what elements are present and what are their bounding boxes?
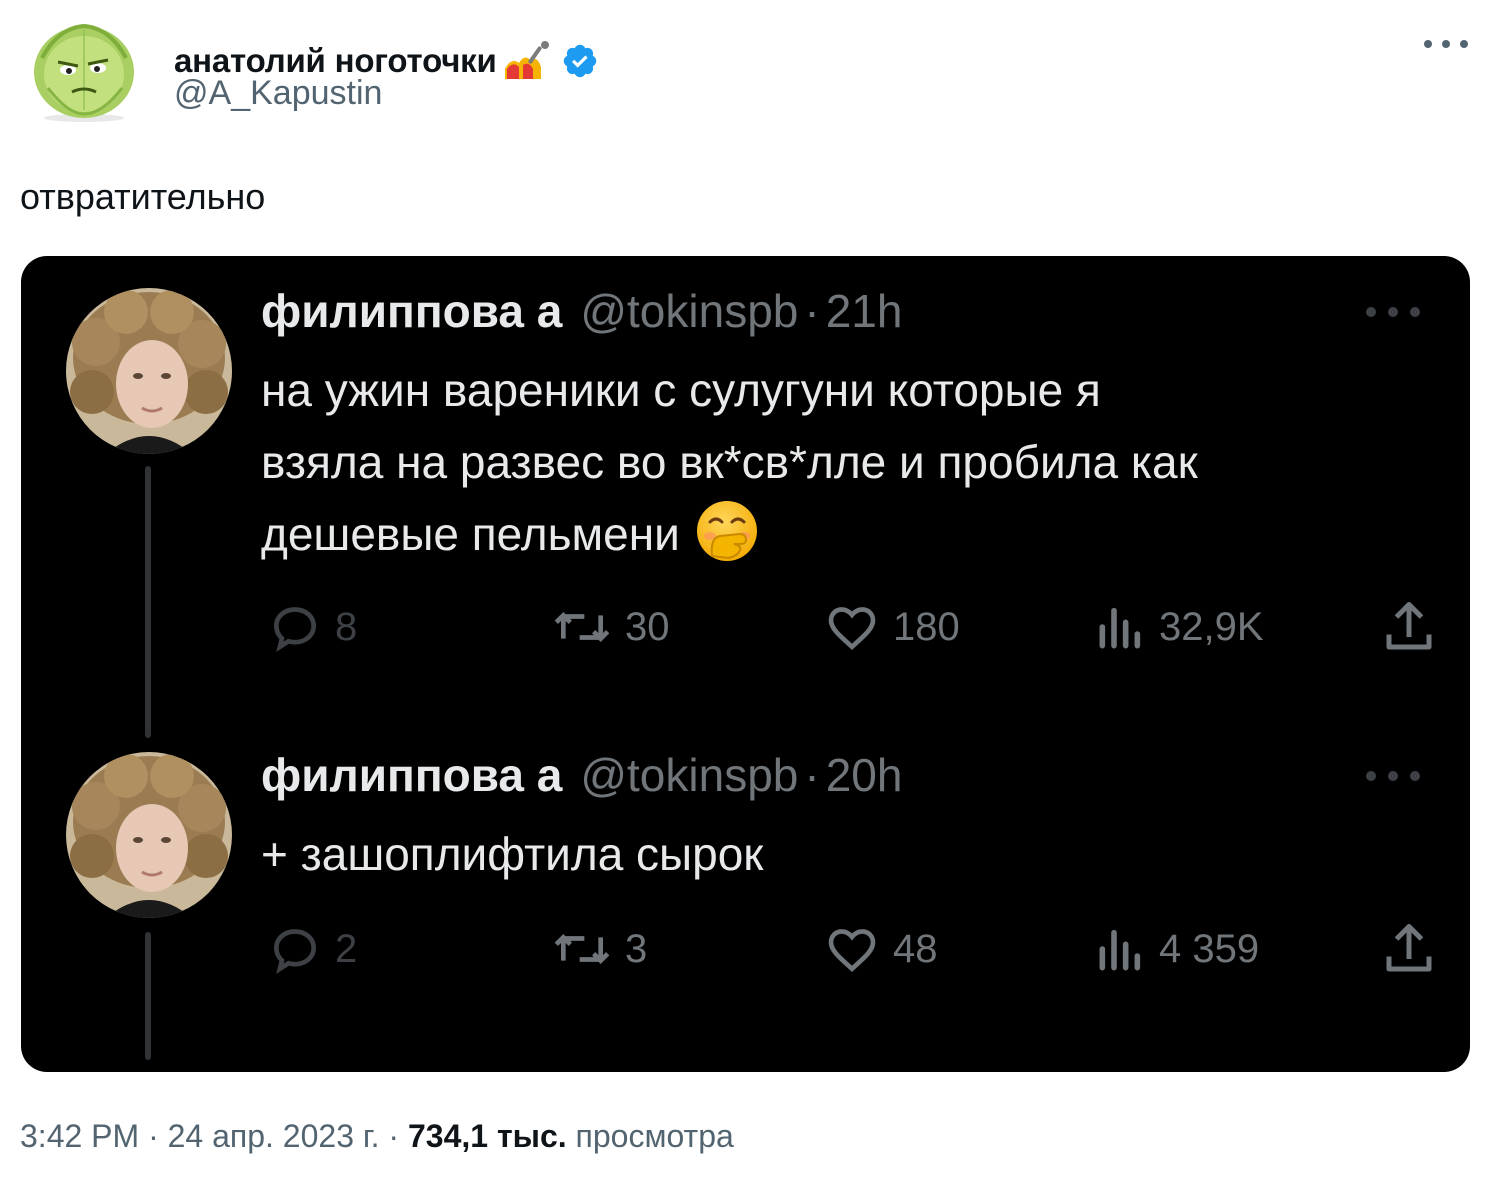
tweet-date[interactable]: 24 апр. 2023 г. xyxy=(168,1118,380,1154)
tweet-text: отвратительно xyxy=(20,176,266,217)
repost-action: 3 xyxy=(549,914,647,984)
tweet-author-header: анатолий ноготочки @A_Kapustin xyxy=(28,18,1472,128)
reply-icon xyxy=(273,929,317,975)
separator-dot: · xyxy=(804,749,820,801)
share-action xyxy=(1379,914,1439,984)
curly-hair-portrait-image xyxy=(66,288,232,454)
post-text-line: + зашоплифтила сырок xyxy=(261,828,764,880)
post-text: на ужин вареники с сулугуни которые я вз… xyxy=(261,354,1431,570)
repost-icon xyxy=(554,612,610,642)
share-icon xyxy=(1386,602,1432,650)
face-with-hand-over-mouth-icon xyxy=(696,501,757,561)
reply-action: 2 xyxy=(265,914,357,984)
tweet-meta: 3:42 PM · 24 апр. 2023 г. · 734,1 тыс. п… xyxy=(20,1118,734,1155)
avatar xyxy=(66,288,232,454)
repost-icon xyxy=(554,934,610,964)
heart-icon xyxy=(828,607,876,651)
reply-count: 8 xyxy=(335,604,358,649)
attached-screenshot-image[interactable]: филиппова а @tokinspb · 21h на ужин варе… xyxy=(21,256,1470,1072)
separator-dot: · xyxy=(388,1118,400,1154)
views-count: 32,9K xyxy=(1159,604,1264,649)
thread-line xyxy=(145,932,151,1060)
views-action: 4 359 xyxy=(1093,914,1259,984)
author-handle[interactable]: @A_Kapustin xyxy=(174,74,382,113)
post-text-line-with-emoji: дешевые пельмени xyxy=(261,498,1431,570)
like-count: 180 xyxy=(893,604,960,649)
post-time: 20h xyxy=(825,749,903,801)
tweet-time[interactable]: 3:42 PM xyxy=(20,1118,139,1154)
avatar xyxy=(66,752,232,918)
more-options-icon[interactable] xyxy=(1420,34,1472,54)
post-header: филиппова а @tokinspb · 21h xyxy=(261,284,902,342)
post-author-handle: @tokinspb xyxy=(580,285,799,337)
separator-dot: · xyxy=(804,285,820,337)
post-time: 21h xyxy=(825,285,903,337)
repost-action: 30 xyxy=(549,592,670,662)
heart-icon xyxy=(828,929,876,973)
nail-polish-icon xyxy=(504,41,549,79)
post-header: филиппова а @tokinspb · 20h xyxy=(261,748,902,806)
post-text-line: на ужин вареники с сулугуни которые я xyxy=(261,364,1101,416)
post-author-handle: @tokinspb xyxy=(580,749,799,801)
like-action: 180 xyxy=(821,592,960,662)
repost-count: 30 xyxy=(625,604,670,649)
reply-icon xyxy=(273,607,317,653)
post-actions: 8 30 180 32,9K xyxy=(261,592,1441,662)
share-icon xyxy=(1386,924,1432,972)
reply-count: 2 xyxy=(335,926,358,971)
post-text: + зашоплифтила сырок xyxy=(261,818,1431,890)
views-count: 734,1 тыс. xyxy=(407,1118,567,1154)
repost-count: 3 xyxy=(625,926,648,971)
cabbage-avatar[interactable] xyxy=(28,18,140,122)
post-text-line: дешевые пельмени xyxy=(261,508,680,560)
thread-line xyxy=(145,466,151,738)
post-author-name: филиппова а xyxy=(261,749,563,801)
like-count: 48 xyxy=(893,926,938,971)
like-action: 48 xyxy=(821,914,938,984)
views-chart-icon xyxy=(1099,929,1141,971)
curly-hair-portrait-image xyxy=(66,752,232,918)
views-action: 32,9K xyxy=(1093,592,1264,662)
reply-action: 8 xyxy=(265,592,357,662)
views-chart-icon xyxy=(1099,607,1141,649)
post-author-name: филиппова а xyxy=(261,285,563,337)
more-options-icon xyxy=(1366,771,1420,781)
share-action xyxy=(1379,592,1439,662)
views-count: 4 359 xyxy=(1159,926,1260,971)
verified-badge-icon xyxy=(563,44,596,78)
more-options-icon xyxy=(1366,307,1420,317)
views-label: просмотра xyxy=(575,1118,734,1154)
separator-dot: · xyxy=(148,1118,159,1154)
post-text-line: взяла на развес во вк*св*лле и пробила к… xyxy=(261,436,1198,488)
post-actions: 2 3 48 4 359 xyxy=(261,914,1441,984)
